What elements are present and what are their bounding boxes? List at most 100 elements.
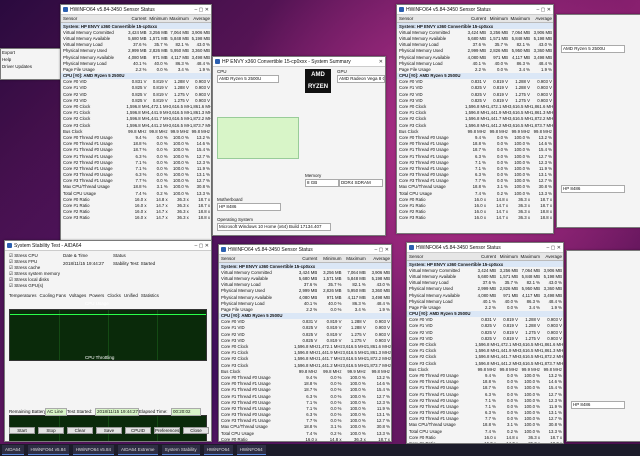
table-row[interactable]: Core #0 VID 0.831 V 0.819 V 1.288 V 0.903 V bbox=[397, 79, 553, 85]
table-row[interactable]: Core #1 Ratio 16.0 x 14.7 x 36.3 x 18.7 x bbox=[61, 202, 211, 208]
table-row[interactable]: Core #3 Thread #1 Usage 7.7 % 0.0 % 100.0 %… bbox=[219, 418, 391, 424]
table-row[interactable]: Physical Memory Used 2,999 MB 2,826 MB 5,95… bbox=[61, 48, 211, 54]
table-row[interactable]: Bus Clock 99.8 MHz 99.8 MHz 99.9 MHz 99.8 MH… bbox=[397, 128, 553, 134]
toolbar-label-export[interactable]: Export bbox=[1, 49, 66, 56]
table-row[interactable]: Core #0 Ratio 16.0 x 14.8 x 36.3 x 18.7 x bbox=[219, 436, 391, 441]
table-row[interactable]: Core #2 Thread #1 Usage 7.1 % 0.0 % 100.0 %… bbox=[219, 405, 391, 411]
table-row[interactable]: Virtual Memory Committed 3,424 MB 3,256 MB… bbox=[407, 267, 563, 273]
tab[interactable]: Clocks bbox=[107, 293, 121, 298]
table-row[interactable]: Page File Usage 2.2 % 0.0 % 3.4 % 1.9 % bbox=[397, 66, 553, 72]
table-row[interactable]: Page File Usage 2.2 % 0.0 % 3.4 % 1.9 % bbox=[407, 304, 563, 310]
clear-button[interactable]: Clear bbox=[67, 427, 93, 434]
table-row[interactable]: Core #1 VID 0.825 V 0.819 V 1.288 V 0.903 V bbox=[61, 85, 211, 91]
toolbar-label-help[interactable]: Help bbox=[1, 56, 66, 63]
table-row[interactable]: Core #1 Clock 1,596.8 MHz1,441.9 MHz3,616… bbox=[61, 110, 211, 116]
tab[interactable]: Cooling Fans bbox=[40, 293, 67, 298]
table-row[interactable]: Page File Usage 2.2 % 0.0 % 3.4 % 1.9 % bbox=[61, 66, 211, 72]
table-row[interactable]: Core #1 Clock 1,596.8 MHz1,441.9 MHz3,616… bbox=[219, 350, 391, 356]
taskbar-item[interactable]: HWiNFO64 v5.84 bbox=[27, 445, 69, 455]
table-row[interactable]: Core #2 Thread #0 Usage 7.1 % 0.0 % 100.0 %… bbox=[407, 397, 563, 403]
table-row[interactable]: Max CPU/Thread Usage 18.8 % 3.1 % 100.0 % 30… bbox=[61, 184, 211, 190]
col-min[interactable]: Minimum bbox=[148, 16, 169, 21]
table-row[interactable]: Core #3 Thread #0 Usage 6.3 % 0.0 % 100.0 %… bbox=[407, 410, 563, 416]
table-row[interactable]: Core #2 Clock 1,596.8 MHz1,441.7 MHz3,616… bbox=[407, 354, 563, 360]
table-row[interactable]: Physical Memory Used 2,999 MB 2,826 MB 5,95… bbox=[407, 286, 563, 292]
table-row[interactable]: Core #3 Clock 1,596.8 MHz1,441.2 MHz3,616… bbox=[61, 122, 211, 128]
table-row[interactable]: Core #0 Thread #1 Usage 18.8 % 0.0 % 100.0 … bbox=[407, 379, 563, 385]
table-row[interactable]: Total CPU Usage 7.4 % 0.2 % 100.0 % 13.3 % bbox=[407, 428, 563, 434]
title-bar[interactable]: HWiNFO64 v5.84-3450 Sensor Status – ▢ ✕ bbox=[397, 5, 553, 15]
table-row[interactable]: Physical Memory Load 40.1 % 40.0 % 86.3 % 48… bbox=[61, 60, 211, 66]
table-row[interactable]: Max CPU/Thread Usage 18.8 % 3.1 % 100.0 % 30… bbox=[397, 184, 553, 190]
title-bar[interactable]: HWiNFO64 v5.84-3450 Sensor Status – ▢ ✕ bbox=[61, 5, 211, 15]
table-row[interactable]: Core #0 Thread #0 Usage 9.4 % 0.0 % 100.0 %… bbox=[407, 372, 563, 378]
table-row[interactable]: Core #3 Clock 1,596.8 MHz1,441.2 MHz3,616… bbox=[397, 122, 553, 128]
table-row[interactable]: Core #1 VID 0.825 V 0.819 V 1.288 V 0.903 V bbox=[407, 323, 563, 329]
table-row[interactable]: Core #3 Thread #1 Usage 7.7 % 0.0 % 100.0 %… bbox=[407, 416, 563, 422]
table-row[interactable]: Physical Memory Load 40.1 % 40.0 % 86.3 % 48… bbox=[407, 298, 563, 304]
table-row[interactable]: Core #0 VID 0.831 V 0.819 V 1.288 V 0.903 V bbox=[61, 79, 211, 85]
table-row[interactable]: Bus Clock 99.8 MHz 99.8 MHz 99.9 MHz 99.8 MH… bbox=[407, 366, 563, 372]
table-row[interactable]: Core #2 Thread #1 Usage 7.1 % 0.0 % 100.0 %… bbox=[61, 165, 211, 171]
table-row[interactable]: Virtual Memory Load 37.6 % 35.7 % 82.1 % 43.… bbox=[397, 42, 553, 48]
stress-checkbox[interactable]: ☑ Stress GPU(s) bbox=[9, 283, 60, 289]
cpuid-button[interactable]: CPUID bbox=[125, 427, 151, 434]
table-row[interactable]: Core #2 Ratio 16.0 x 14.7 x 36.3 x 18.8 x bbox=[397, 209, 553, 215]
table-row[interactable]: Physical Memory Load 40.1 % 40.0 % 86.3 % 48… bbox=[219, 300, 391, 306]
table-row[interactable]: Core #3 Thread #1 Usage 7.7 % 0.0 % 100.0 %… bbox=[397, 178, 553, 184]
col-max[interactable]: Maximum bbox=[169, 16, 190, 21]
table-row[interactable]: Bus Clock 99.8 MHz 99.8 MHz 99.9 MHz 99.8 MH… bbox=[61, 128, 211, 134]
table-row[interactable]: Physical Memory Used 2,999 MB 2,826 MB 5,95… bbox=[397, 48, 553, 54]
table-row[interactable]: Core #0 Clock 1,596.8 MHz1,472.1 MHz3,616… bbox=[61, 103, 211, 109]
table-row[interactable]: Virtual Memory Available 5,680 MB 1,571 MB… bbox=[397, 35, 553, 41]
taskbar-item[interactable]: System Stability bbox=[161, 445, 200, 455]
table-row[interactable]: Core #2 Thread #1 Usage 7.1 % 0.0 % 100.0 %… bbox=[397, 165, 553, 171]
table-row[interactable]: Virtual Memory Committed 3,424 MB 3,256 MB… bbox=[219, 269, 391, 275]
table-row[interactable]: Core #3 Thread #0 Usage 6.3 % 0.0 % 100.0 %… bbox=[219, 412, 391, 418]
table-row[interactable]: Core #3 Clock 1,596.8 MHz1,441.2 MHz3,616… bbox=[407, 360, 563, 366]
table-row[interactable]: Core #1 Thread #1 Usage 6.3 % 0.0 % 100.0 %… bbox=[61, 153, 211, 159]
window-controls[interactable]: – ▢ ✕ bbox=[547, 245, 561, 251]
table-row[interactable]: Core #0 Thread #1 Usage 18.8 % 0.0 % 100.0 … bbox=[61, 141, 211, 147]
table-row[interactable]: Core #0 Clock 1,596.8 MHz1,472.1 MHz3,616… bbox=[397, 103, 553, 109]
table-row[interactable]: Core #3 VID 0.825 V 0.819 V 1.275 V 0.903 V bbox=[397, 97, 553, 103]
table-row[interactable]: Core #0 Clock 1,596.8 MHz1,472.1 MHz3,616… bbox=[219, 343, 391, 349]
table-row[interactable]: Total CPU Usage 7.4 % 0.2 % 100.0 % 13.3 % bbox=[219, 430, 391, 436]
table-row[interactable]: Page File Usage 2.2 % 0.0 % 3.4 % 1.9 % bbox=[219, 306, 391, 312]
table-row[interactable]: Core #2 Thread #0 Usage 7.1 % 0.0 % 100.0 %… bbox=[397, 159, 553, 165]
table-row[interactable]: Core #2 VID 0.825 V 0.819 V 1.275 V 0.903 V bbox=[397, 91, 553, 97]
table-row[interactable]: Core #0 VID 0.831 V 0.819 V 1.288 V 0.903 V bbox=[219, 319, 391, 325]
table-row[interactable]: Core #0 Thread #1 Usage 18.8 % 0.0 % 100.0 … bbox=[397, 141, 553, 147]
title-bar[interactable]: HWiNFO64 v5.84-3450 Sensor Status – ▢ ✕ bbox=[219, 245, 391, 255]
table-row[interactable]: Core #1 Thread #0 Usage 18.7 % 0.0 % 100.0 … bbox=[219, 387, 391, 393]
table-row[interactable]: Core #1 Thread #1 Usage 6.3 % 0.0 % 100.0 %… bbox=[219, 393, 391, 399]
table-row[interactable]: Total CPU Usage 7.4 % 0.2 % 100.0 % 13.3 % bbox=[61, 190, 211, 196]
table-row[interactable]: Virtual Memory Load 37.6 % 35.7 % 82.1 % 43.… bbox=[219, 282, 391, 288]
table-row[interactable]: Core #2 Clock 1,596.8 MHz1,441.7 MHz3,616… bbox=[397, 116, 553, 122]
table-row[interactable]: Core #2 VID 0.825 V 0.819 V 1.275 V 0.903 V bbox=[219, 331, 391, 337]
table-row[interactable]: Core #2 Thread #1 Usage 7.1 % 0.0 % 100.0 %… bbox=[407, 403, 563, 409]
tab[interactable]: Voltages bbox=[69, 293, 86, 298]
table-row[interactable]: Core #1 Clock 1,596.8 MHz1,441.9 MHz3,616… bbox=[407, 348, 563, 354]
table-row[interactable]: Virtual Memory Committed 3,424 MB 3,256 MB… bbox=[397, 29, 553, 35]
table-row[interactable]: Max CPU/Thread Usage 18.8 % 3.1 % 100.0 % 30… bbox=[407, 422, 563, 428]
taskbar-item[interactable]: HWiNFO64 v5.84 bbox=[72, 445, 115, 455]
table-row[interactable]: Core #0 Thread #0 Usage 9.4 % 0.0 % 100.0 %… bbox=[219, 374, 391, 380]
table-row[interactable]: Core #3 Ratio 16.0 x 14.7 x 36.3 x 18.8 x bbox=[61, 215, 211, 221]
table-row[interactable]: Core #3 VID 0.825 V 0.819 V 1.275 V 0.903 V bbox=[219, 337, 391, 343]
table-row[interactable]: Virtual Memory Load 37.6 % 35.7 % 82.1 % 43.… bbox=[407, 280, 563, 286]
table-row[interactable]: Core #0 Ratio 16.0 x 14.8 x 36.3 x 18.7 x bbox=[397, 196, 553, 202]
table-row[interactable]: Total CPU Usage 7.4 % 0.2 % 100.0 % 13.3 % bbox=[397, 190, 553, 196]
table-row[interactable]: Core #1 VID 0.825 V 0.819 V 1.288 V 0.903 V bbox=[219, 325, 391, 331]
table-row[interactable]: Core #1 Clock 1,596.8 MHz1,441.9 MHz3,616… bbox=[397, 110, 553, 116]
preferences-button[interactable]: Preferences bbox=[154, 427, 180, 434]
table-row[interactable]: Bus Clock 99.8 MHz 99.8 MHz 99.9 MHz 99.8 MH… bbox=[219, 368, 391, 374]
table-row[interactable]: Core #2 Clock 1,596.8 MHz1,441.7 MHz3,616… bbox=[61, 116, 211, 122]
col-current[interactable]: Current bbox=[126, 16, 147, 21]
table-row[interactable]: Core #0 VID 0.831 V 0.819 V 1.288 V 0.903 V bbox=[407, 317, 563, 323]
window-controls[interactable]: – ▢ ✕ bbox=[195, 243, 209, 249]
table-row[interactable]: Physical Memory Available 4,080 MB 971 MB 4… bbox=[397, 54, 553, 60]
table-row[interactable]: Core #2 Thread #0 Usage 7.1 % 0.0 % 100.0 %… bbox=[219, 399, 391, 405]
taskbar-item[interactable]: HWiNFO64 bbox=[236, 445, 266, 455]
table-row[interactable]: Physical Memory Available 4,080 MB 971 MB 4… bbox=[219, 294, 391, 300]
